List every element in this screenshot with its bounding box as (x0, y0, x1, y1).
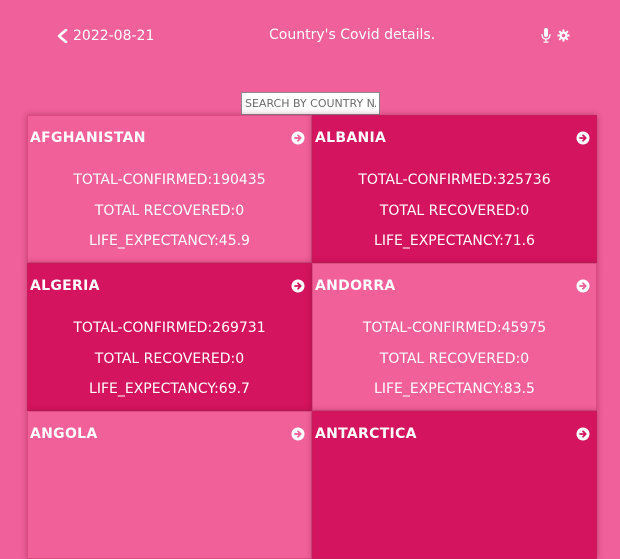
country-card[interactable]: ANGOLA (27, 411, 312, 559)
arrow-right-circle-icon[interactable] (576, 131, 590, 145)
total-confirmed: TOTAL-CONFIRMED:325736 (358, 172, 551, 188)
country-name: AFGHANISTAN (30, 130, 146, 146)
microphone-icon[interactable] (541, 28, 551, 43)
search-input[interactable] (241, 92, 380, 115)
country-name: ALGERIA (30, 278, 100, 294)
app-header: 2022-08-21 Country's Covid details. (0, 0, 620, 70)
country-card[interactable]: AFGHANISTAN TOTAL-CONFIRMED:190435 TOTAL… (27, 115, 312, 263)
life-expectancy: LIFE_EXPECTANCY:83.5 (374, 381, 535, 397)
country-grid: AFGHANISTAN TOTAL-CONFIRMED:190435 TOTAL… (27, 115, 597, 559)
arrow-right-circle-icon[interactable] (291, 131, 305, 145)
life-expectancy: LIFE_EXPECTANCY:45.9 (89, 233, 250, 249)
life-expectancy: LIFE_EXPECTANCY:71.6 (374, 233, 535, 249)
gear-icon[interactable] (557, 29, 570, 42)
total-recovered: TOTAL RECOVERED:0 (379, 351, 530, 367)
total-recovered: TOTAL RECOVERED:0 (94, 203, 245, 219)
total-recovered: TOTAL RECOVERED:0 (379, 203, 530, 219)
country-name: ANDORRA (315, 278, 396, 294)
date-label: 2022-08-21 (73, 28, 155, 44)
total-confirmed: TOTAL-CONFIRMED:45975 (362, 320, 547, 336)
country-name: ANGOLA (30, 426, 98, 442)
country-card[interactable]: ANDORRA TOTAL-CONFIRMED:45975 TOTAL RECO… (312, 263, 597, 411)
country-name: ALBANIA (315, 130, 387, 146)
back-button[interactable]: 2022-08-21 (56, 26, 154, 46)
page-title: Country's Covid details. (269, 27, 436, 43)
country-card[interactable]: ALBANIA TOTAL-CONFIRMED:325736 TOTAL REC… (312, 115, 597, 263)
total-recovered: TOTAL RECOVERED:0 (94, 351, 245, 367)
life-expectancy: LIFE_EXPECTANCY:69.7 (89, 381, 250, 397)
arrow-right-circle-icon[interactable] (576, 427, 590, 441)
country-name: ANTARCTICA (315, 426, 417, 442)
chevron-left-icon (57, 29, 68, 43)
arrow-right-circle-icon[interactable] (291, 427, 305, 441)
arrow-right-circle-icon[interactable] (576, 279, 590, 293)
total-confirmed: TOTAL-CONFIRMED:269731 (73, 320, 266, 336)
country-card[interactable]: ANTARCTICA (312, 411, 597, 559)
total-confirmed: TOTAL-CONFIRMED:190435 (73, 172, 266, 188)
country-card[interactable]: ALGERIA TOTAL-CONFIRMED:269731 TOTAL REC… (27, 263, 312, 411)
arrow-right-circle-icon[interactable] (291, 279, 305, 293)
